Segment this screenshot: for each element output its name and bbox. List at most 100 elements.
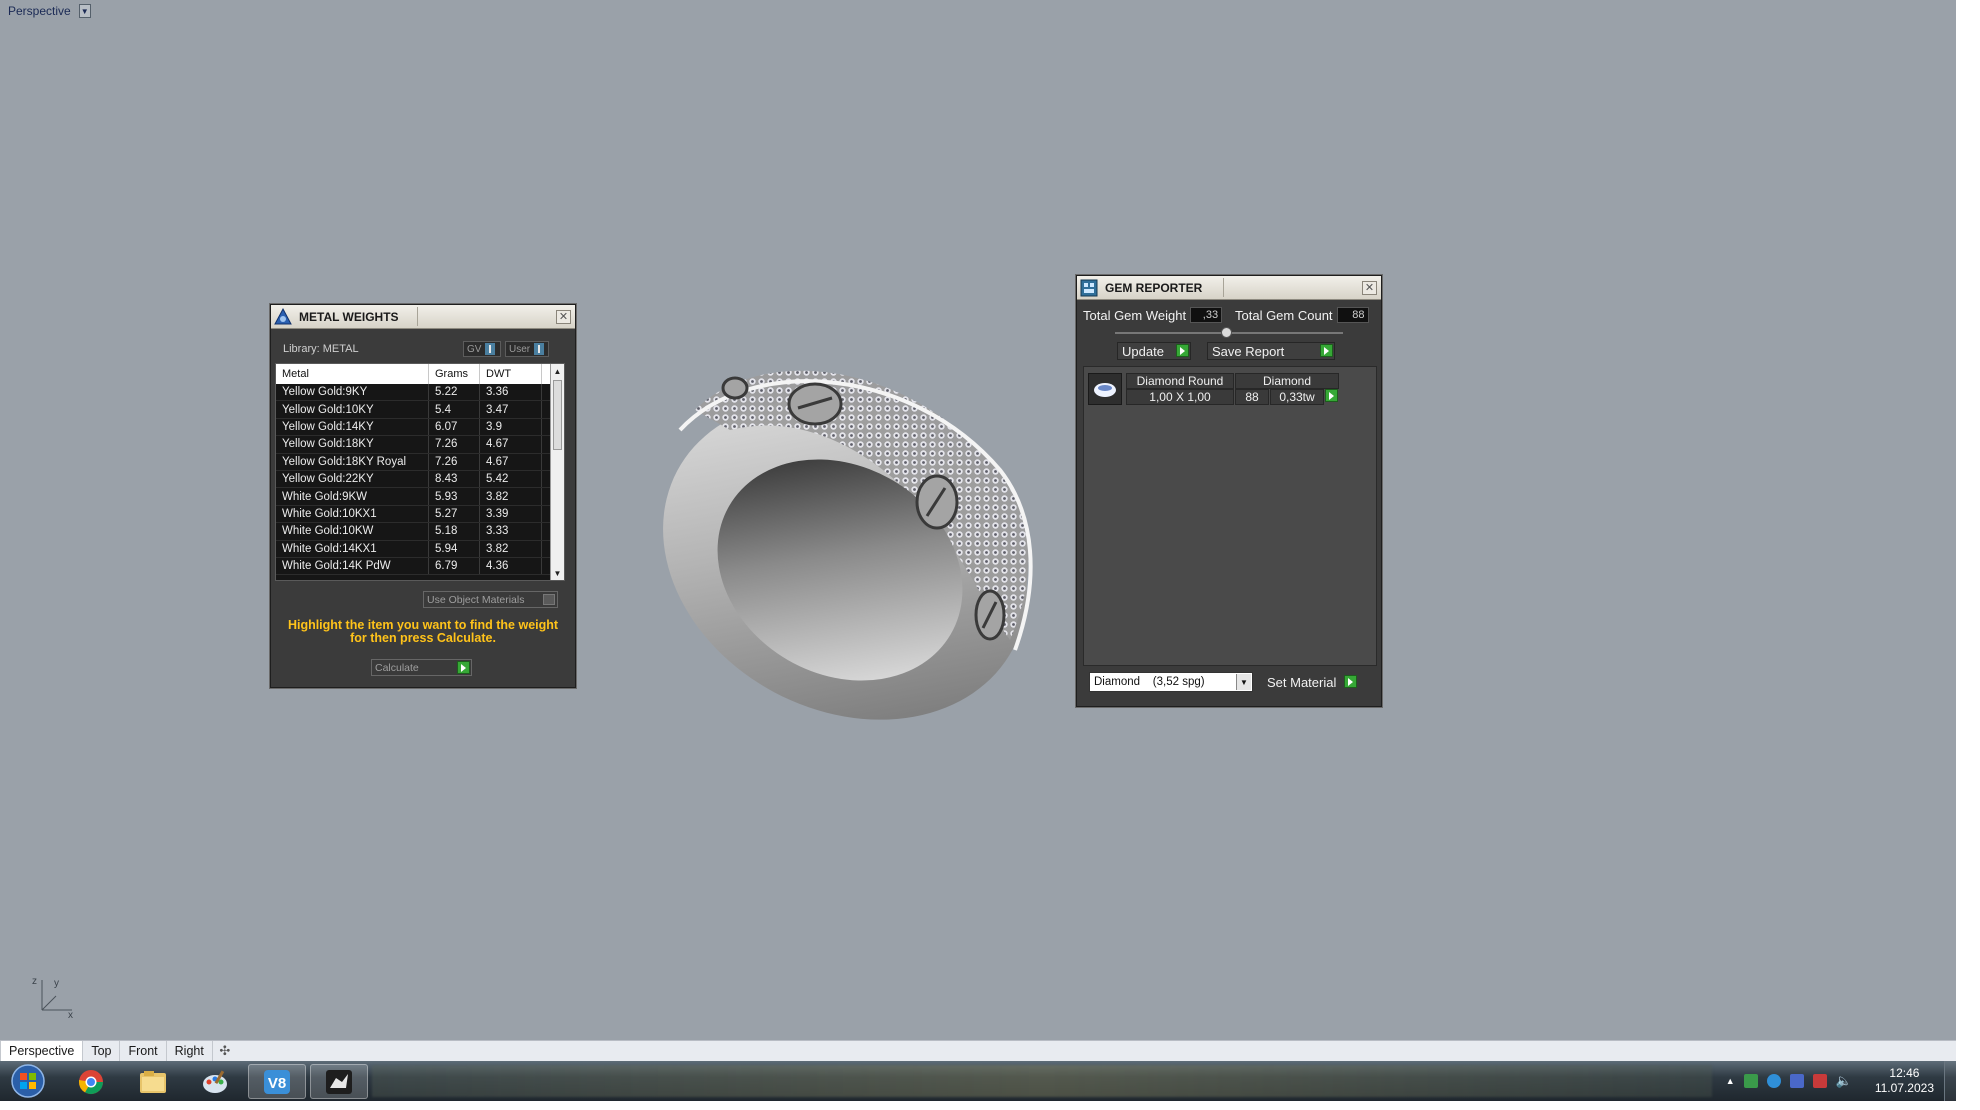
scroll-thumb[interactable] <box>553 380 562 450</box>
grams-cell: 6.07 <box>429 418 480 436</box>
grams-cell: 7.26 <box>429 453 480 470</box>
slider-knob[interactable] <box>1221 327 1232 338</box>
viewport-title[interactable]: Perspective ▼ <box>4 2 91 20</box>
clock-time: 12:46 <box>1889 1066 1920 1080</box>
gem-reporter-titlebar[interactable]: GEM REPORTER ✕ <box>1077 276 1381 300</box>
play-icon[interactable] <box>1344 675 1357 688</box>
dwt-cell: 3.33 <box>480 523 542 540</box>
gem-row[interactable]: Diamond Round Diamond 1,00 X 1,00 88 0,3… <box>1088 371 1348 407</box>
gem-slider[interactable] <box>1115 327 1343 338</box>
table-row[interactable]: White Gold:14KX1 5.94 3.82 <box>276 540 564 558</box>
show-desktop-button[interactable] <box>1944 1061 1956 1101</box>
table-row[interactable]: White Gold:10KX1 5.27 3.39 <box>276 505 564 524</box>
perspective-viewport[interactable]: Perspective ▼ z y x METAL WEIGHTS ✕ Libr… <box>0 0 1956 1040</box>
material-select[interactable]: Diamond (3,52 spg) ▼ <box>1089 672 1253 692</box>
chevron-down-icon[interactable]: ▼ <box>1236 674 1251 690</box>
language-icon[interactable] <box>1789 1074 1804 1088</box>
close-icon[interactable]: ✕ <box>1362 281 1377 295</box>
grams-cell: 5.94 <box>429 540 480 557</box>
table-row[interactable]: White Gold:14K PdW 6.79 4.36 <box>276 557 564 576</box>
total-gem-weight-value: ,33 <box>1190 307 1223 323</box>
clock[interactable]: 12:46 11.07.2023 <box>1875 1066 1934 1096</box>
dwt-cell: 3.39 <box>480 505 542 523</box>
rhino-icon[interactable] <box>310 1064 368 1099</box>
grams-cell: 5.4 <box>429 401 480 418</box>
table-row[interactable]: Yellow Gold:14KY 6.07 3.9 <box>276 418 564 437</box>
metal-table-scrollbar[interactable]: ▲ ▼ <box>550 364 564 580</box>
calculate-button[interactable]: Calculate <box>371 659 472 676</box>
update-button[interactable]: Update <box>1117 342 1191 360</box>
clock-date: 11.07.2023 <box>1874 1081 1934 1095</box>
toggle-switch-icon <box>534 343 545 355</box>
scroll-down-icon[interactable]: ▼ <box>551 566 564 580</box>
update-label: Update <box>1122 343 1164 359</box>
start-button[interactable] <box>8 1063 48 1099</box>
chrome-icon[interactable] <box>62 1064 120 1099</box>
close-icon[interactable]: ✕ <box>556 310 571 324</box>
table-row[interactable]: Yellow Gold:18KY Royal 7.26 4.67 <box>276 453 564 471</box>
user-toggle-label: User <box>509 343 531 355</box>
grams-cell: 5.22 <box>429 384 480 401</box>
tab-perspective[interactable]: Perspective <box>0 1041 84 1061</box>
set-material-button[interactable]: Set Material <box>1261 672 1361 692</box>
metal-table[interactable]: Metal Grams DWT Yellow Gold:9KY 5.22 3.36 Y… <box>275 363 565 581</box>
material-select-value: Diamond (3,52 spg) <box>1094 676 1205 688</box>
play-icon[interactable] <box>457 661 470 674</box>
axis-y-label: y <box>54 978 59 989</box>
update-icon[interactable] <box>1766 1074 1781 1088</box>
volume-icon[interactable]: 🔈 <box>1836 1073 1852 1089</box>
tab-front[interactable]: Front <box>120 1041 167 1061</box>
metal-weights-title: METAL WEIGHTS <box>299 309 399 324</box>
gv-toggle[interactable]: GV <box>463 341 501 357</box>
use-object-materials-checkbox[interactable]: Use Object Materials <box>423 591 558 608</box>
gem-size: 1,00 X 1,00 <box>1126 389 1234 405</box>
viewport-menu-dropdown-icon[interactable]: ▼ <box>78 4 91 18</box>
explorer-icon[interactable] <box>124 1064 182 1099</box>
dwt-cell: 4.36 <box>480 557 542 575</box>
grams-cell: 5.93 <box>429 488 480 505</box>
table-row[interactable]: Yellow Gold:10KY 5.4 3.47 <box>276 401 564 419</box>
play-icon[interactable] <box>1325 389 1338 402</box>
column-header-metal[interactable]: Metal <box>276 364 429 384</box>
user-toggle[interactable]: User <box>505 341 549 357</box>
gem-row-action[interactable] <box>1325 389 1341 405</box>
tab-right[interactable]: Right <box>167 1041 213 1061</box>
v8-icon[interactable]: V8 <box>248 1064 306 1099</box>
play-icon[interactable] <box>1320 344 1333 357</box>
table-row[interactable]: White Gold:10KW 5.18 3.33 <box>276 523 564 541</box>
show-hidden-icons-icon[interactable]: ▲ <box>1726 1076 1735 1086</box>
add-viewport-icon[interactable]: ✣ <box>213 1041 237 1061</box>
play-icon[interactable] <box>1176 344 1189 357</box>
gem-weight: 0,33tw <box>1270 389 1324 405</box>
viewport-name[interactable]: Perspective <box>4 4 75 18</box>
gem-list[interactable]: Diamond Round Diamond 1,00 X 1,00 88 0,3… <box>1083 366 1377 666</box>
column-header-dwt[interactable]: DWT <box>480 364 542 384</box>
metal-table-body: Yellow Gold:9KY 5.22 3.36 Yellow Gold:10KY 5… <box>276 384 564 576</box>
gv-toggle-label: GV <box>467 343 482 355</box>
column-header-grams[interactable]: Grams <box>429 364 480 384</box>
checkbox-icon[interactable] <box>543 594 555 605</box>
metal-weights-panel[interactable]: METAL WEIGHTS ✕ Library: METAL GV User M… <box>270 304 576 688</box>
gem-shape: Diamond Round <box>1126 373 1234 389</box>
paint-icon[interactable] <box>186 1064 244 1099</box>
table-row[interactable]: Yellow Gold:9KY 5.22 3.36 <box>276 384 564 402</box>
metal-name-cell: White Gold:14K PdW <box>276 557 429 575</box>
metal-weights-icon <box>271 305 295 329</box>
metal-name-cell: Yellow Gold:18KY Royal <box>276 453 429 470</box>
gem-reporter-panel[interactable]: GEM REPORTER ✕ Total Gem Weight ,33 Tota… <box>1076 275 1382 707</box>
security-icon[interactable] <box>1812 1074 1827 1088</box>
ring-model[interactable] <box>640 350 1060 730</box>
save-report-label: Save Report <box>1212 343 1285 359</box>
total-gem-count-value: 88 <box>1336 307 1369 323</box>
network-status-icon[interactable] <box>1743 1074 1758 1088</box>
table-row[interactable]: White Gold:9KW 5.93 3.82 <box>276 488 564 506</box>
tab-top[interactable]: Top <box>83 1041 121 1061</box>
metal-weights-titlebar[interactable]: METAL WEIGHTS ✕ <box>271 305 575 329</box>
dwt-cell: 3.36 <box>480 384 542 401</box>
scroll-up-icon[interactable]: ▲ <box>551 364 564 378</box>
table-row[interactable]: Yellow Gold:18KY 7.26 4.67 <box>276 436 564 454</box>
table-row[interactable]: Yellow Gold:22KY 8.43 5.42 <box>276 470 564 489</box>
diamond-round-icon <box>1088 373 1122 405</box>
window-thumbnail-strip <box>372 1065 1712 1097</box>
save-report-button[interactable]: Save Report <box>1207 342 1335 360</box>
